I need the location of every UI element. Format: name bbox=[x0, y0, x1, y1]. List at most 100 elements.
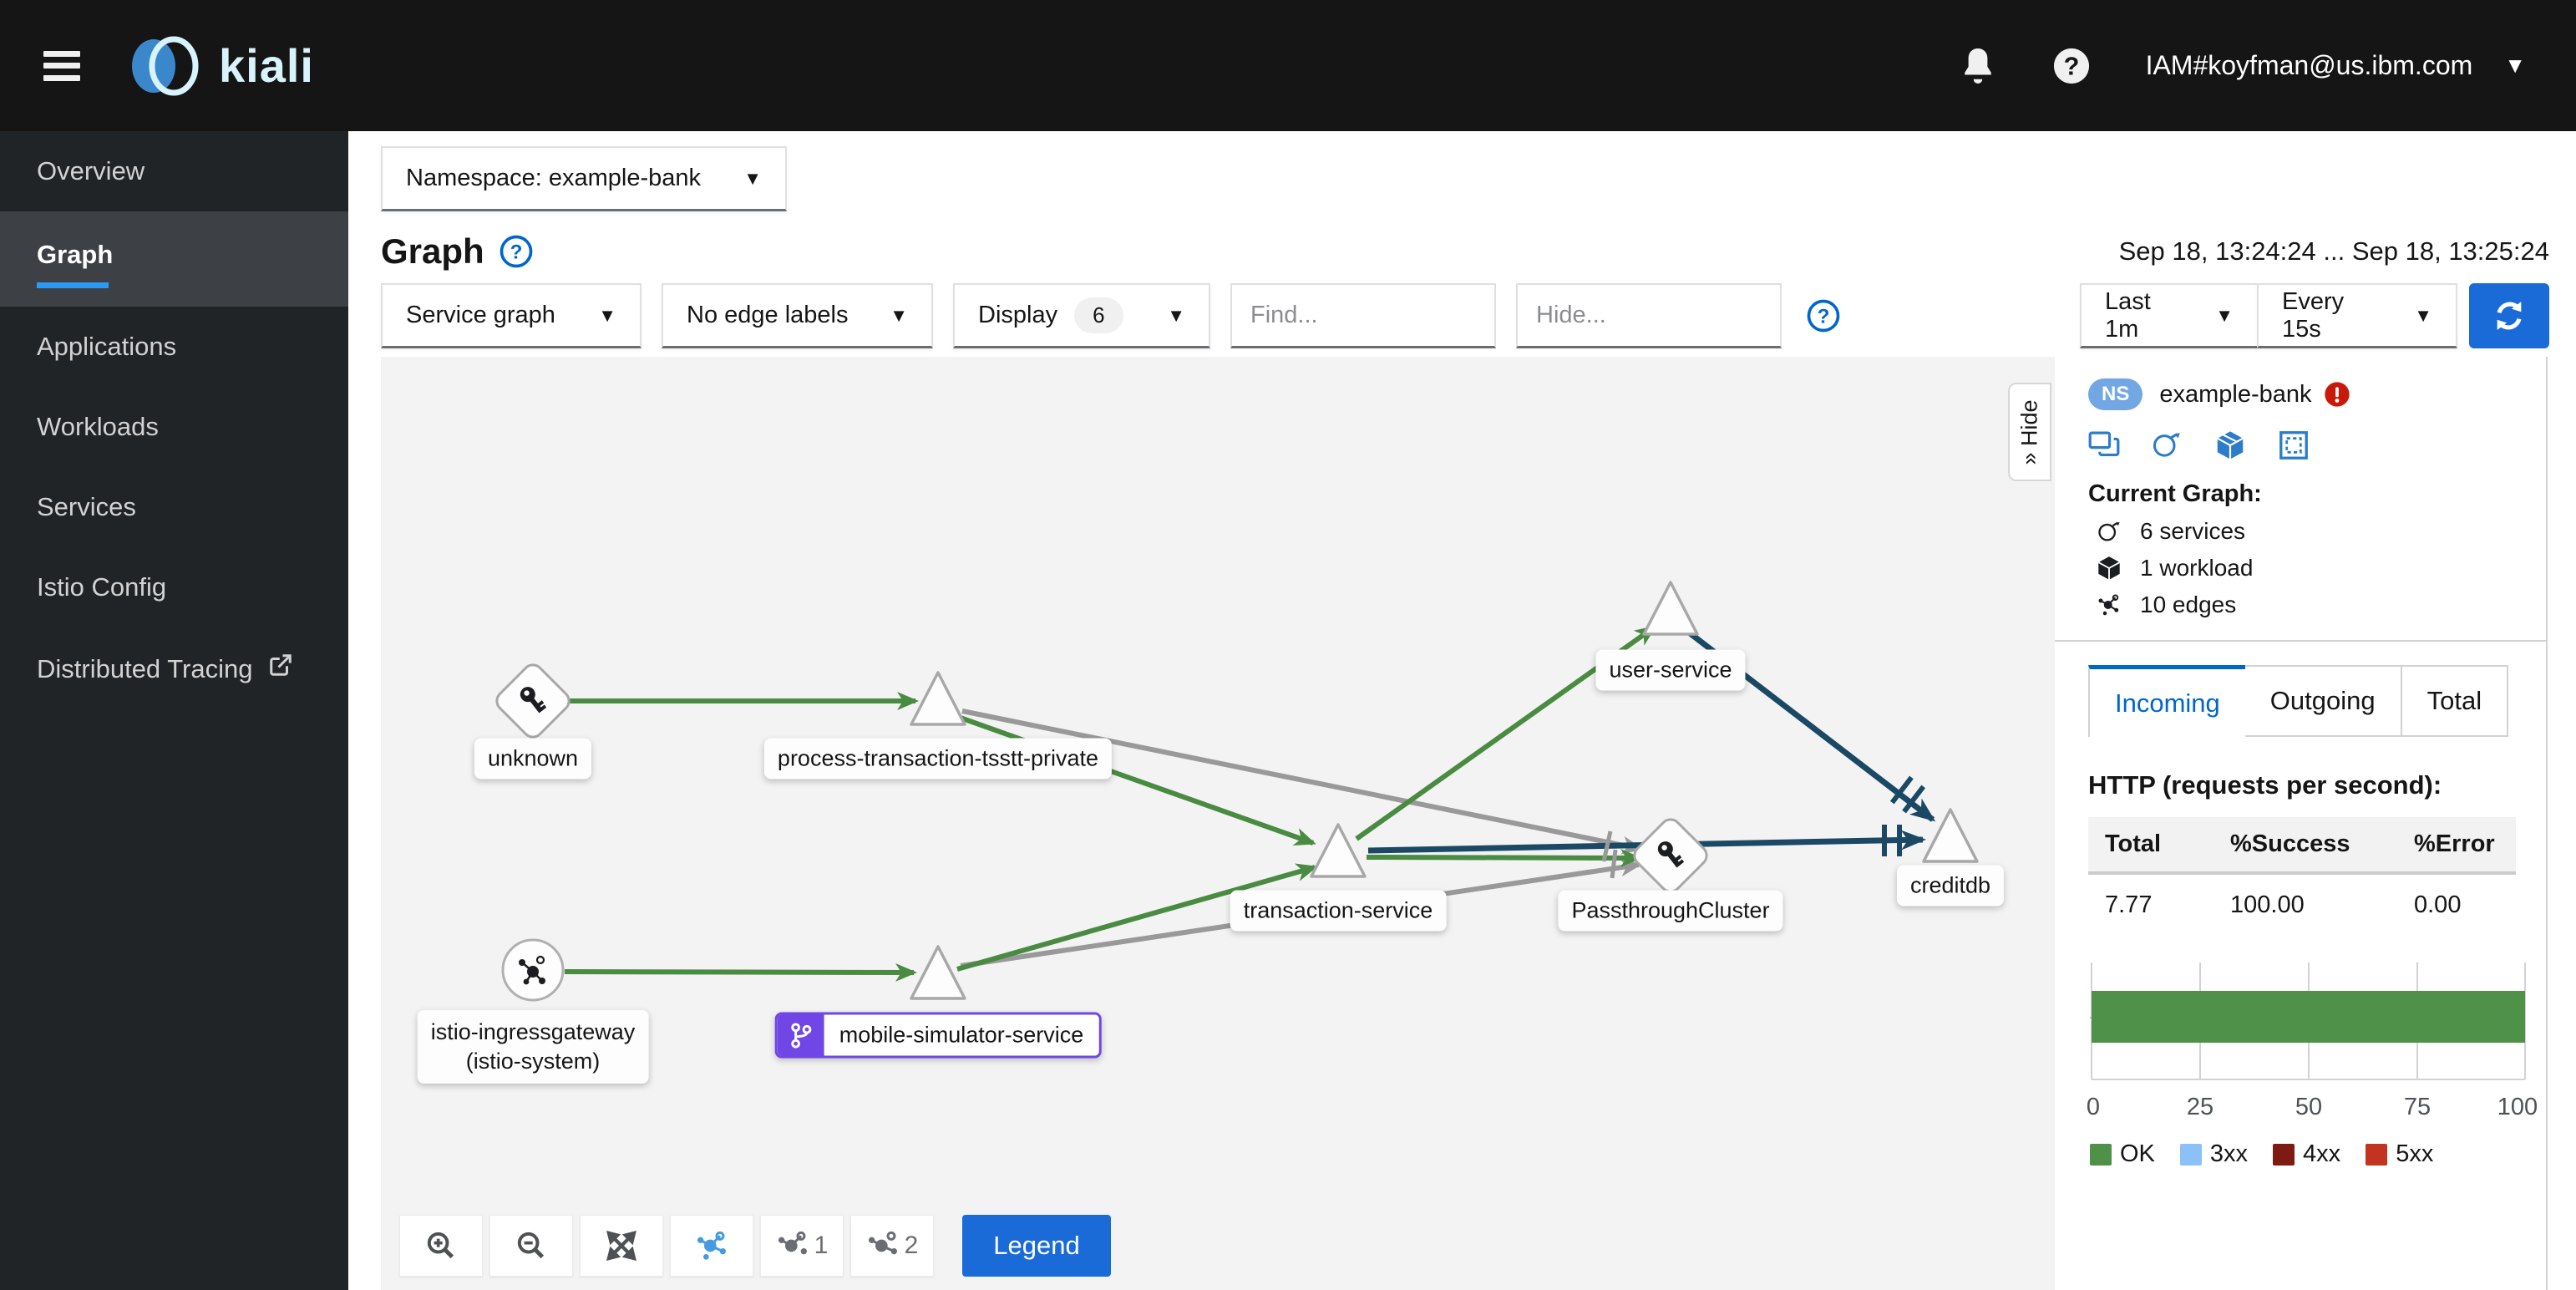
sidebar-item-services[interactable]: Services bbox=[0, 467, 348, 547]
graph-type-dropdown[interactable]: Service graph ▼ bbox=[381, 283, 641, 348]
error-exclamation-icon[interactable] bbox=[2324, 381, 2350, 408]
refresh-button[interactable] bbox=[2469, 283, 2549, 348]
bar-ok bbox=[2092, 991, 2525, 1043]
node-label-passthrough-cluster[interactable]: PassthroughCluster bbox=[1558, 890, 1783, 932]
legend-button[interactable]: Legend bbox=[962, 1215, 1111, 1277]
http-status-bar-chart: 0 25 50 75 100 bbox=[2083, 957, 2538, 1127]
sidebar-item-workloads[interactable]: Workloads bbox=[0, 387, 348, 467]
find-hide-help-icon[interactable]: ? bbox=[1807, 299, 1840, 333]
node-label-process-transaction[interactable]: process-transaction-tsstt-private bbox=[763, 738, 1113, 780]
tab-total[interactable]: Total bbox=[2401, 665, 2509, 737]
edge-ptp-to-transaction[interactable] bbox=[954, 714, 1316, 846]
chevron-down-icon: ▼ bbox=[743, 167, 762, 189]
svg-text:?: ? bbox=[510, 241, 522, 263]
stat-workloads: 1 workload bbox=[2088, 555, 2516, 582]
chevron-down-icon: ▼ bbox=[598, 304, 616, 326]
legend-ok-swatch bbox=[2090, 1143, 2112, 1166]
table-row: 7.77 100.00 0.00 bbox=[2105, 891, 2462, 918]
sidebar-item-overview[interactable]: Overview bbox=[0, 131, 348, 211]
graph-canvas[interactable]: unknown process-transaction-tsstt-privat… bbox=[381, 357, 2055, 1290]
user-menu[interactable]: IAM#koyfman@us.ibm.com bbox=[2146, 50, 2473, 81]
chevron-down-icon: ▼ bbox=[1167, 304, 1185, 326]
http-traffic-table: Total %Success %Error 7.77 100.00 0.00 bbox=[2088, 817, 2516, 927]
display-dropdown[interactable]: Display 6 ▼ bbox=[953, 283, 1210, 348]
help-icon[interactable]: ? bbox=[2052, 47, 2091, 85]
node-unknown[interactable] bbox=[493, 661, 573, 741]
chevron-down-icon: ▼ bbox=[890, 304, 908, 326]
node-label-mobile-simulator[interactable]: mobile-simulator-service bbox=[774, 1012, 1102, 1059]
duration-dropdown[interactable]: Last 1m ▼ bbox=[2080, 283, 2259, 348]
masthead: kiali ? IAM#koyfman@us.ibm.com ▼ bbox=[0, 0, 2576, 131]
virtual-service-branch-icon bbox=[777, 1014, 824, 1056]
workload-icon bbox=[2097, 556, 2121, 580]
double-chevron-icon: » bbox=[2016, 452, 2042, 465]
layout-1-button[interactable]: 1 bbox=[760, 1215, 844, 1277]
node-mobile-simulator[interactable] bbox=[910, 945, 966, 1000]
stat-edges: 10 edges bbox=[2088, 592, 2516, 618]
graph-controls-toolbar: 1 2 Legend bbox=[399, 1215, 1111, 1277]
user-menu-caret-icon[interactable]: ▼ bbox=[2504, 53, 2526, 79]
current-graph-title: Current Graph: bbox=[2088, 480, 2262, 507]
node-istio-ingressgateway[interactable] bbox=[501, 938, 565, 1002]
fit-to-screen-button[interactable] bbox=[580, 1215, 663, 1277]
sidebar-item-applications[interactable]: Applications bbox=[0, 307, 348, 387]
service-icon bbox=[2098, 521, 2120, 541]
summary-panel: NS example-bank Current Graph: 6 service… bbox=[2055, 357, 2548, 1290]
node-label-creditdb[interactable]: creditdb bbox=[1896, 865, 2005, 907]
applications-icon[interactable] bbox=[2088, 430, 2120, 459]
find-input[interactable] bbox=[1230, 283, 1496, 348]
edge-transaction-to-passthrough[interactable] bbox=[1366, 848, 1642, 867]
edge-ptp-to-passthrough[interactable] bbox=[961, 708, 1644, 855]
services-icon[interactable] bbox=[2152, 430, 2183, 459]
traffic-tabs: Incoming Outgoing Total bbox=[2088, 665, 2546, 737]
zoom-in-button[interactable] bbox=[399, 1215, 483, 1277]
legend-3xx-swatch bbox=[2179, 1143, 2202, 1166]
zoom-out-button[interactable] bbox=[489, 1215, 573, 1277]
graph-edges-and-nodes bbox=[493, 581, 1979, 1002]
istio-config-icon[interactable] bbox=[2279, 430, 2310, 460]
legend-4xx-swatch bbox=[2273, 1143, 2295, 1166]
legend-5xx-swatch bbox=[2366, 1143, 2388, 1166]
node-user-service[interactable] bbox=[1642, 581, 1699, 636]
namespace-dropdown[interactable]: Namespace: example-bank ▼ bbox=[381, 146, 787, 211]
refresh-interval-dropdown[interactable]: Every 15s ▼ bbox=[2257, 283, 2457, 348]
node-label-transaction-service[interactable]: transaction-service bbox=[1230, 890, 1447, 932]
layout-2-button[interactable]: 2 bbox=[850, 1215, 934, 1277]
refresh-icon bbox=[2497, 302, 2522, 330]
node-process-transaction[interactable] bbox=[910, 671, 966, 726]
external-link-icon bbox=[268, 654, 293, 683]
graph-help-icon[interactable]: ? bbox=[499, 235, 533, 268]
sidebar-item-distributed-tracing[interactable]: Distributed Tracing bbox=[0, 627, 348, 709]
col-error: %Error bbox=[2397, 817, 2516, 875]
workloads-icon[interactable] bbox=[2215, 430, 2247, 460]
sidebar-nav: Overview Graph Applications Workloads Se… bbox=[0, 131, 348, 1290]
namespace-badge: NS bbox=[2088, 378, 2143, 410]
chart-x-axis: 0 25 50 75 100 bbox=[2086, 1094, 2538, 1120]
chevron-down-icon: ▼ bbox=[2414, 304, 2432, 326]
layout-default-button[interactable] bbox=[670, 1215, 753, 1277]
kiali-logo: kiali bbox=[127, 28, 314, 104]
tab-outgoing[interactable]: Outgoing bbox=[2244, 665, 2402, 737]
edge-labels-dropdown[interactable]: No edge labels ▼ bbox=[662, 283, 933, 348]
sidebar-item-istio-config[interactable]: Istio Config bbox=[0, 547, 348, 627]
node-label-unknown[interactable]: unknown bbox=[474, 738, 592, 780]
hide-input[interactable] bbox=[1516, 283, 1782, 348]
svg-text:?: ? bbox=[1818, 305, 1830, 328]
time-range-label: Sep 18, 13:24:24 ... Sep 18, 13:25:24 bbox=[2118, 236, 2549, 266]
chevron-down-icon: ▼ bbox=[2215, 304, 2234, 326]
tab-incoming[interactable]: Incoming bbox=[2088, 665, 2245, 737]
node-transaction-service[interactable] bbox=[1310, 823, 1367, 878]
node-passthrough-cluster[interactable] bbox=[1630, 815, 1711, 896]
node-label-istio-ingressgateway[interactable]: istio-ingressgateway (istio-system) bbox=[417, 1009, 649, 1084]
main-content: Namespace: example-bank ▼ Graph ? Sep 18… bbox=[348, 131, 2576, 1290]
page-title: Graph bbox=[381, 231, 484, 271]
notifications-bell-icon[interactable] bbox=[1959, 47, 1997, 85]
edge-ingress-to-mobile[interactable] bbox=[564, 962, 917, 982]
hide-panel-tab[interactable]: » Hide bbox=[2008, 383, 2051, 481]
col-success: %Success bbox=[2213, 817, 2397, 875]
node-label-user-service[interactable]: user-service bbox=[1595, 649, 1746, 691]
svg-text:?: ? bbox=[2063, 52, 2079, 80]
sidebar-item-graph[interactable]: Graph bbox=[0, 211, 348, 307]
nav-toggle-hamburger-icon[interactable] bbox=[43, 50, 80, 81]
kiali-logo-icon bbox=[132, 36, 199, 95]
